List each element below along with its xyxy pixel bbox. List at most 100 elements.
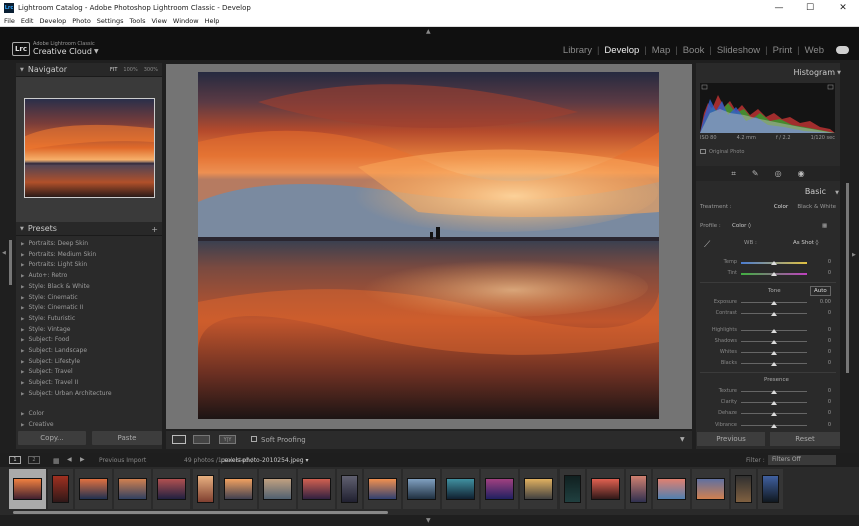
filmstrip-thumbnail[interactable] bbox=[118, 478, 148, 500]
second-window-button[interactable]: 2 bbox=[28, 456, 40, 464]
preset-item[interactable]: ▶ Style: Cinematic bbox=[21, 294, 78, 301]
histogram-title[interactable]: Histogram bbox=[794, 68, 836, 77]
eyedropper-icon[interactable]: ⟋ bbox=[704, 240, 710, 250]
original-photo-checkbox[interactable] bbox=[700, 149, 706, 154]
current-filename[interactable]: pexels-photo-2010254.jpeg ▾ bbox=[221, 457, 309, 464]
slider-value-clarity[interactable]: 0 bbox=[815, 399, 831, 405]
before-after-icon[interactable] bbox=[193, 435, 210, 444]
slider-knob-dehaze[interactable] bbox=[771, 412, 777, 416]
slider-value-vibrance[interactable]: 0 bbox=[815, 422, 831, 428]
presets-header[interactable]: ▼ Presets + bbox=[16, 222, 162, 236]
slider-value-shadows[interactable]: 0 bbox=[815, 338, 831, 344]
slider-knob-exposure[interactable] bbox=[771, 301, 777, 305]
filmstrip-thumbnail[interactable] bbox=[52, 475, 70, 503]
slider-value-texture[interactable]: 0 bbox=[815, 388, 831, 394]
filmstrip-thumbnail[interactable] bbox=[695, 478, 725, 500]
preset-item[interactable]: ▶ Subject: Travel bbox=[21, 368, 73, 375]
slider-knob-highlights[interactable] bbox=[771, 329, 777, 333]
menu-photo[interactable]: Photo bbox=[72, 17, 91, 25]
module-print[interactable]: Print bbox=[772, 45, 794, 56]
preset-item[interactable]: ▶ Subject: Food bbox=[21, 336, 69, 343]
module-develop[interactable]: Develop bbox=[603, 45, 640, 56]
slider-knob-temp[interactable] bbox=[771, 261, 777, 265]
zoom-100[interactable]: 100% bbox=[123, 67, 137, 73]
filmstrip-thumbnail[interactable] bbox=[157, 478, 187, 500]
main-window-button[interactable]: 1 bbox=[9, 456, 21, 464]
module-library[interactable]: Library bbox=[562, 45, 593, 56]
slider-knob-shadows[interactable] bbox=[771, 340, 777, 344]
filter-dropdown[interactable]: Filters Off bbox=[768, 455, 836, 465]
forward-arrow-icon[interactable]: ▶ bbox=[80, 456, 85, 463]
masking-icon[interactable]: ◉ bbox=[798, 169, 805, 178]
left-scrollbar[interactable] bbox=[9, 240, 12, 285]
filmstrip-thumbnail[interactable] bbox=[223, 478, 253, 500]
preset-group[interactable]: ▶ Color bbox=[21, 410, 44, 417]
slider-knob-vibrance[interactable] bbox=[771, 424, 777, 428]
cloud-icon[interactable] bbox=[836, 46, 849, 54]
previous-button[interactable]: Previous bbox=[697, 432, 765, 446]
slider-value-highlights[interactable]: 0 bbox=[815, 327, 831, 333]
filmstrip-thumbnail[interactable] bbox=[340, 475, 358, 503]
preset-item[interactable]: ▶ Portraits: Deep Skin bbox=[21, 240, 88, 247]
add-preset-icon[interactable]: + bbox=[151, 225, 158, 234]
menu-window[interactable]: Window bbox=[173, 17, 199, 25]
slider-value-contrast[interactable]: 0 bbox=[815, 310, 831, 316]
menu-file[interactable]: File bbox=[4, 17, 15, 25]
filmstrip-thumbnail[interactable] bbox=[13, 478, 42, 500]
right-panel-toggle-icon[interactable]: ▶ bbox=[852, 252, 856, 258]
slider-knob-contrast[interactable] bbox=[771, 312, 777, 316]
menu-settings[interactable]: Settings bbox=[97, 17, 124, 25]
top-panel-toggle-icon[interactable]: ▲ bbox=[426, 28, 431, 35]
wb-select[interactable]: As Shot ◊ bbox=[793, 240, 818, 246]
filmstrip-thumbnail[interactable] bbox=[629, 475, 647, 503]
slider-knob-texture[interactable] bbox=[771, 390, 777, 394]
zoom-300[interactable]: 300% bbox=[144, 67, 158, 73]
filmstrip-thumbnail[interactable] bbox=[446, 478, 476, 500]
bottom-panel-toggle-icon[interactable]: ▼ bbox=[426, 517, 431, 524]
red-eye-icon[interactable]: ◎ bbox=[775, 169, 782, 178]
profile-select[interactable]: Color ◊ bbox=[732, 223, 751, 229]
filmstrip-scrollbar[interactable] bbox=[13, 511, 388, 514]
filmstrip-thumbnail[interactable] bbox=[79, 478, 109, 500]
left-panel-toggle-icon[interactable]: ◀ bbox=[2, 250, 6, 256]
preset-item[interactable]: ▶ Portraits: Medium Skin bbox=[21, 251, 96, 258]
preset-item[interactable]: ▶ Style: Black & White bbox=[21, 283, 90, 290]
original-photo-toggle[interactable]: Original Photo bbox=[700, 149, 744, 155]
collapse-triangle-icon[interactable]: ▼ bbox=[835, 190, 839, 196]
minimize-button[interactable]: — bbox=[764, 0, 794, 16]
preset-item[interactable]: ▶ Auto+: Retro bbox=[21, 272, 67, 279]
filmstrip-thumbnail[interactable] bbox=[590, 478, 620, 500]
treatment-bw[interactable]: Black & White bbox=[796, 204, 836, 210]
main-photo[interactable] bbox=[198, 72, 659, 419]
zoom-fit[interactable]: FIT bbox=[110, 67, 117, 73]
slider-value-whites[interactable]: 0 bbox=[815, 349, 831, 355]
slider-value-tint[interactable]: 0 bbox=[815, 270, 831, 276]
preset-item[interactable]: ▶ Subject: Landscape bbox=[21, 347, 87, 354]
module-slideshow[interactable]: Slideshow bbox=[716, 45, 761, 56]
menu-develop[interactable]: Develop bbox=[39, 17, 66, 25]
profile-browser-icon[interactable]: ▦ bbox=[822, 223, 827, 229]
collapse-triangle-icon[interactable]: ▼ bbox=[837, 70, 841, 76]
module-map[interactable]: Map bbox=[651, 45, 671, 56]
menu-edit[interactable]: Edit bbox=[21, 17, 34, 25]
filmstrip-thumbnail[interactable] bbox=[656, 478, 686, 500]
slider-knob-clarity[interactable] bbox=[771, 401, 777, 405]
grid-view-icon[interactable]: ▦ bbox=[53, 457, 60, 465]
filmstrip-thumbnail[interactable] bbox=[524, 478, 554, 500]
module-book[interactable]: Book bbox=[682, 45, 706, 56]
slider-value-dehaze[interactable]: 0 bbox=[815, 410, 831, 416]
slider-knob-whites[interactable] bbox=[771, 351, 777, 355]
filmstrip-thumbnail[interactable] bbox=[735, 475, 752, 503]
filmstrip-thumbnail[interactable] bbox=[762, 475, 780, 503]
filmstrip-thumbnail[interactable] bbox=[407, 478, 437, 500]
navigator-preview[interactable] bbox=[24, 98, 155, 198]
slider-value-exposure[interactable]: 0.00 bbox=[815, 299, 831, 305]
slider-knob-blacks[interactable] bbox=[771, 362, 777, 366]
preset-item[interactable]: ▶ Subject: Urban Architecture bbox=[21, 390, 112, 397]
close-button[interactable]: ✕ bbox=[828, 0, 858, 16]
filmstrip-thumbnail[interactable] bbox=[368, 478, 397, 500]
slider-value-blacks[interactable]: 0 bbox=[815, 360, 831, 366]
crop-icon[interactable]: ⌗ bbox=[731, 169, 736, 179]
preset-item[interactable]: ▶ Style: Futuristic bbox=[21, 315, 75, 322]
copy-button[interactable]: Copy... bbox=[18, 431, 86, 445]
